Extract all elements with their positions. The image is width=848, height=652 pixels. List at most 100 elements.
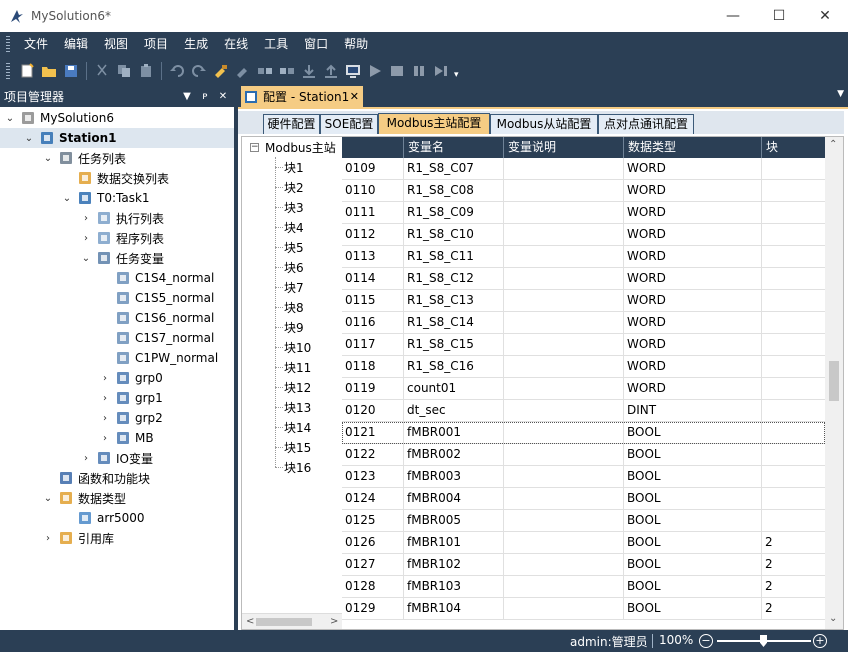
cell-var-name[interactable]: R1_S8_C14 (404, 312, 504, 333)
chevron-down-icon[interactable]: ⌄ (23, 133, 35, 144)
block-item[interactable]: 块14 (242, 417, 342, 437)
menu-build[interactable]: 生成 (176, 32, 216, 57)
menu-online[interactable]: 在线 (216, 32, 256, 57)
block-tree-hscroll[interactable]: < > (242, 613, 342, 629)
cell-var-desc[interactable] (504, 466, 624, 487)
tree-item[interactable]: ⌄ 任务变量 (0, 248, 234, 268)
cell-var-desc[interactable] (504, 378, 624, 399)
cell-index[interactable]: 0113 (342, 246, 404, 267)
table-row[interactable]: 0114 R1_S8_C12 WORD (342, 268, 825, 290)
cell-var-desc[interactable] (504, 312, 624, 333)
tree-item[interactable]: › grp2 (0, 408, 234, 428)
chevron-right-icon[interactable]: › (99, 433, 111, 444)
cell-data-type[interactable]: WORD (624, 202, 762, 223)
cell-var-desc[interactable] (504, 488, 624, 509)
chevron-down-icon[interactable]: ⌄ (80, 253, 92, 264)
cell-var-desc[interactable] (504, 444, 624, 465)
cell-data-type[interactable]: WORD (624, 356, 762, 377)
cell-var-name[interactable]: count01 (404, 378, 504, 399)
table-row[interactable]: 0120 dt_sec DINT (342, 400, 825, 422)
save-icon[interactable] (61, 61, 81, 81)
tab-p2p-config[interactable]: 点对点通讯配置 (598, 114, 694, 134)
cell-index[interactable]: 0118 (342, 356, 404, 377)
chevron-right-icon[interactable]: › (80, 233, 92, 244)
cell-block[interactable]: 2 (762, 554, 825, 575)
menu-help[interactable]: 帮助 (336, 32, 376, 57)
cell-data-type[interactable]: DINT (624, 400, 762, 421)
doc-tab-close-icon[interactable]: ✕ (350, 90, 359, 103)
cell-data-type[interactable]: BOOL (624, 466, 762, 487)
cell-block[interactable] (762, 246, 825, 267)
cell-index[interactable]: 0111 (342, 202, 404, 223)
open-folder-icon[interactable] (39, 61, 59, 81)
col-header-name[interactable]: 变量名 (404, 137, 504, 158)
pause-icon[interactable] (409, 61, 429, 81)
tree-item[interactable]: 数据交换列表 (0, 168, 234, 188)
cut-icon[interactable] (92, 61, 112, 81)
table-row[interactable]: 0123 fMBR003 BOOL (342, 466, 825, 488)
menu-grip-icon[interactable] (6, 36, 10, 53)
cell-data-type[interactable]: BOOL (624, 488, 762, 509)
monitor-icon[interactable] (343, 61, 363, 81)
tree-item[interactable]: ⌄ T0:Task1 (0, 188, 234, 208)
cell-data-type[interactable]: BOOL (624, 576, 762, 597)
tree-item[interactable]: ⌄ MySolution6 (0, 108, 234, 128)
vscroll-thumb[interactable] (829, 361, 839, 401)
scroll-left-icon[interactable]: < (246, 616, 254, 627)
tree-item[interactable]: › MB (0, 428, 234, 448)
tab-modbus-master-config[interactable]: Modbus主站配置 (378, 113, 490, 134)
cell-var-desc[interactable] (504, 246, 624, 267)
block-item[interactable]: 块5 (242, 237, 342, 257)
block-item[interactable]: 块16 (242, 457, 342, 477)
cell-block[interactable] (762, 400, 825, 421)
chevron-right-icon[interactable]: › (80, 453, 92, 464)
cell-var-name[interactable]: fMBR102 (404, 554, 504, 575)
download-icon[interactable] (299, 61, 319, 81)
cell-var-name[interactable]: fMBR101 (404, 532, 504, 553)
tree-item[interactable]: C1S7_normal (0, 328, 234, 348)
block-item[interactable]: 块2 (242, 177, 342, 197)
cell-data-type[interactable]: WORD (624, 378, 762, 399)
table-row[interactable]: 0112 R1_S8_C10 WORD (342, 224, 825, 246)
tree-item[interactable]: C1S5_normal (0, 288, 234, 308)
tree-item[interactable]: › 执行列表 (0, 208, 234, 228)
scroll-right-icon[interactable]: > (330, 616, 338, 627)
paste-icon[interactable] (136, 61, 156, 81)
cell-index[interactable]: 0127 (342, 554, 404, 575)
table-row[interactable]: 0121 fMBR001 BOOL (342, 422, 825, 444)
table-row[interactable]: 0122 fMBR002 BOOL (342, 444, 825, 466)
cell-var-name[interactable]: R1_S8_C13 (404, 290, 504, 311)
cell-var-name[interactable]: fMBR103 (404, 576, 504, 597)
panel-pin-icon[interactable]: ᴘ (198, 91, 212, 102)
block-item[interactable]: 块9 (242, 317, 342, 337)
cell-data-type[interactable]: WORD (624, 290, 762, 311)
close-window-button[interactable]: ✕ (802, 0, 848, 32)
cell-block[interactable] (762, 268, 825, 289)
cell-data-type[interactable]: WORD (624, 224, 762, 245)
menu-edit[interactable]: 编辑 (56, 32, 96, 57)
tree-item[interactable]: C1S4_normal (0, 268, 234, 288)
cell-block[interactable] (762, 158, 825, 179)
table-row[interactable]: 0111 R1_S8_C09 WORD (342, 202, 825, 224)
cell-var-desc[interactable] (504, 576, 624, 597)
tree-item[interactable]: C1PW_normal (0, 348, 234, 368)
cell-block[interactable]: 2 (762, 576, 825, 597)
chevron-down-icon[interactable]: ⌄ (42, 493, 54, 504)
cell-index[interactable]: 0124 (342, 488, 404, 509)
cell-block[interactable] (762, 202, 825, 223)
cell-var-desc[interactable] (504, 202, 624, 223)
scroll-down-icon[interactable]: ⌄ (829, 613, 837, 624)
menu-project[interactable]: 项目 (136, 32, 176, 57)
cell-index[interactable]: 0116 (342, 312, 404, 333)
cell-var-desc[interactable] (504, 422, 624, 443)
disconnect-icon[interactable] (277, 61, 297, 81)
zoom-in-icon[interactable]: + (813, 634, 827, 648)
cell-data-type[interactable]: WORD (624, 334, 762, 355)
cell-index[interactable]: 0126 (342, 532, 404, 553)
cell-var-name[interactable]: R1_S8_C10 (404, 224, 504, 245)
chevron-right-icon[interactable]: › (80, 213, 92, 224)
col-header-desc[interactable]: 变量说明 (504, 137, 624, 158)
cell-var-name[interactable]: fMBR104 (404, 598, 504, 619)
chevron-down-icon[interactable]: ⌄ (61, 193, 73, 204)
table-row[interactable]: 0109 R1_S8_C07 WORD (342, 158, 825, 180)
